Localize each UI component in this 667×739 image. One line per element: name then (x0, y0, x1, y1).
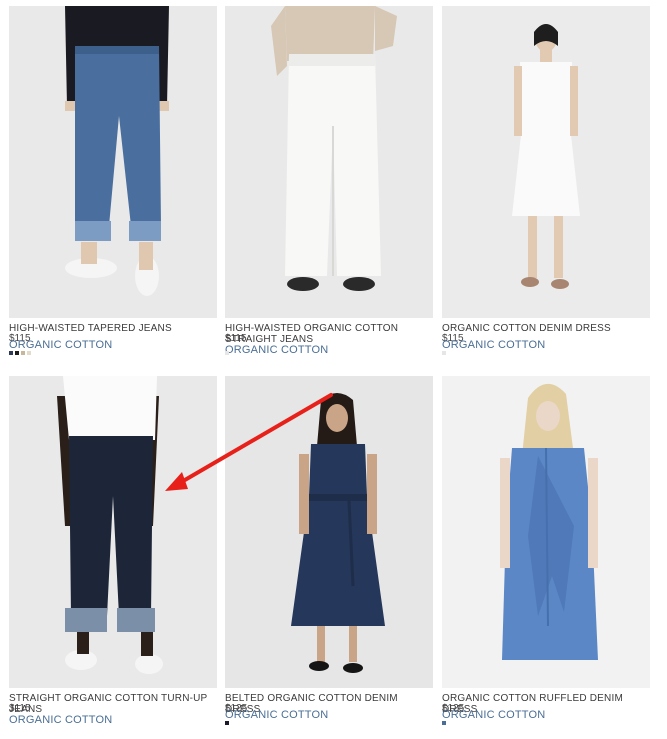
product-tag: ORGANIC COTTON (442, 709, 546, 721)
product-price: $115 (225, 333, 247, 344)
product-image[interactable] (225, 376, 433, 688)
product-tag: ORGANIC COTTON (9, 714, 113, 726)
color-swatches (442, 351, 448, 356)
color-swatch[interactable] (9, 351, 13, 355)
product-tag: ORGANIC COTTON (9, 339, 113, 351)
product-tag: ORGANIC COTTON (225, 344, 329, 356)
color-swatch[interactable] (15, 351, 19, 355)
product-title[interactable]: ORGANIC COTTON DENIM DRESS (442, 323, 650, 334)
product-title[interactable]: HIGH-WAISTED ORGANIC COTTON STRAIGHT JEA… (225, 323, 433, 345)
product-image[interactable] (9, 6, 217, 318)
color-swatches (225, 721, 231, 726)
color-swatches (225, 351, 231, 356)
color-swatch[interactable] (442, 721, 446, 725)
product-price: $115 (9, 703, 31, 714)
color-swatch[interactable] (21, 351, 25, 355)
color-swatch[interactable] (225, 351, 229, 355)
color-swatch[interactable] (225, 721, 229, 725)
color-swatch[interactable] (27, 351, 31, 355)
product-title[interactable]: HIGH-WAISTED TAPERED JEANS (9, 323, 217, 334)
color-swatches (442, 721, 448, 726)
color-swatch[interactable] (442, 351, 446, 355)
product-image[interactable] (442, 376, 650, 688)
product-image[interactable] (9, 376, 217, 688)
color-swatches (9, 351, 33, 356)
product-tag: ORGANIC COTTON (225, 709, 329, 721)
product-image[interactable] (225, 6, 433, 318)
product-title[interactable]: STRAIGHT ORGANIC COTTON TURN-UP JEANS (9, 693, 217, 715)
product-tag: ORGANIC COTTON (442, 339, 546, 351)
product-image[interactable] (442, 6, 650, 318)
